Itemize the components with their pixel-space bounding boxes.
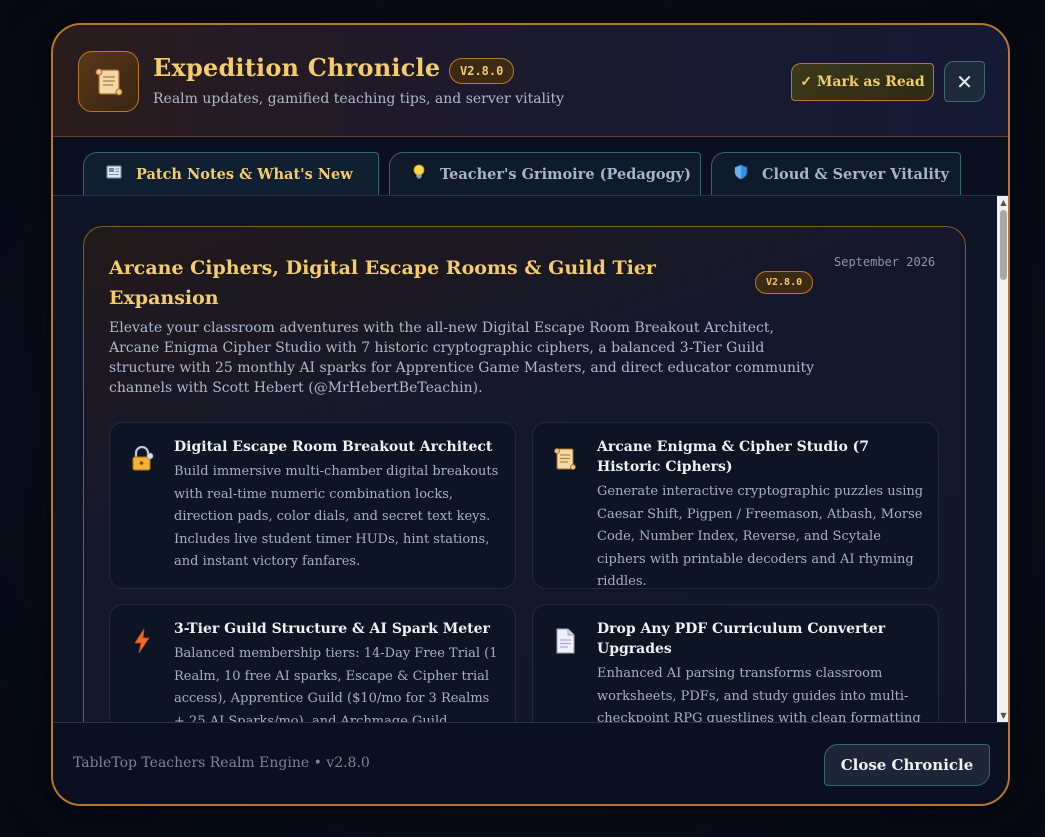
mark-as-read-button[interactable]: ✓ Mark as Read bbox=[791, 63, 934, 101]
modal-title: Expedition Chronicle bbox=[153, 53, 441, 82]
tab-cloud-server[interactable]: Cloud & Server Vitality bbox=[711, 152, 961, 195]
feature-title: 3-Tier Guild Structure & AI Spark Meter bbox=[174, 621, 490, 637]
modal-header: Expedition Chronicle V2.8.0 Realm update… bbox=[53, 25, 1008, 137]
release-version-badge: V2.8.0 bbox=[755, 271, 814, 294]
feature-title: Arcane Enigma & Cipher Studio (7 Histori… bbox=[597, 439, 870, 475]
release-date: September 2026 bbox=[834, 255, 936, 269]
modal-subtitle: Realm updates, gamified teaching tips, a… bbox=[153, 91, 565, 107]
lightning-icon bbox=[128, 627, 156, 655]
padlock-icon bbox=[128, 445, 156, 473]
footer-engine-version: TableTop Teachers Realm Engine • v2.8.0 bbox=[73, 755, 370, 771]
tab-bar: Patch Notes & What's New Teacher's Grimo… bbox=[53, 138, 1008, 196]
chronicle-modal: Expedition Chronicle V2.8.0 Realm update… bbox=[51, 23, 1010, 806]
modal-footer: TableTop Teachers Realm Engine • v2.8.0 … bbox=[53, 722, 1008, 804]
feature-card: Digital Escape Room Breakout Architect B… bbox=[109, 422, 516, 589]
scroll-down-arrow-icon[interactable]: ▼ bbox=[999, 711, 1008, 720]
feature-description: Generate interactive cryptographic puzzl… bbox=[597, 484, 924, 589]
feature-title: Drop Any PDF Curriculum Converter Upgrad… bbox=[597, 621, 886, 657]
release-card: Arcane Ciphers, Digital Escape Rooms & G… bbox=[83, 226, 966, 722]
release-description: Elevate your classroom adventures with t… bbox=[109, 320, 815, 396]
shield-icon bbox=[734, 164, 748, 184]
tab-patch-notes[interactable]: Patch Notes & What's New bbox=[83, 152, 379, 195]
feature-card: Drop Any PDF Curriculum Converter Upgrad… bbox=[532, 604, 939, 722]
document-icon bbox=[551, 627, 579, 655]
close-chronicle-button[interactable]: Close Chronicle bbox=[824, 744, 990, 786]
feature-title: Digital Escape Room Breakout Architect bbox=[174, 439, 493, 455]
feature-description: Balanced membership tiers: 14-Day Free T… bbox=[174, 646, 498, 722]
feature-card: Arcane Enigma & Cipher Studio (7 Histori… bbox=[532, 422, 939, 589]
feature-description: Build immersive multi-chamber digital br… bbox=[174, 464, 499, 569]
tab-label: Cloud & Server Vitality bbox=[762, 165, 949, 183]
scroll-icon bbox=[551, 445, 579, 473]
newspaper-icon bbox=[106, 165, 122, 183]
tab-label: Teacher's Grimoire (Pedagogy) bbox=[440, 165, 691, 183]
scrollbar-thumb[interactable] bbox=[1000, 210, 1007, 280]
close-icon[interactable]: ✕ bbox=[944, 61, 985, 102]
scroll-up-arrow-icon[interactable]: ▲ bbox=[999, 198, 1008, 207]
lightbulb-icon bbox=[412, 164, 426, 184]
scroll-icon bbox=[78, 51, 139, 112]
feature-description: Enhanced AI parsing transforms classroom… bbox=[597, 666, 921, 722]
content-scrollbar[interactable]: ▲ ▼ bbox=[997, 196, 1008, 722]
tab-teachers-grimoire[interactable]: Teacher's Grimoire (Pedagogy) bbox=[389, 152, 701, 195]
patch-notes-panel[interactable]: Arcane Ciphers, Digital Escape Rooms & G… bbox=[53, 196, 999, 722]
release-title: Arcane Ciphers, Digital Escape Rooms & G… bbox=[109, 257, 656, 309]
tab-label: Patch Notes & What's New bbox=[136, 165, 353, 183]
feature-card: 3-Tier Guild Structure & AI Spark Meter … bbox=[109, 604, 516, 722]
version-badge: V2.8.0 bbox=[449, 58, 515, 84]
